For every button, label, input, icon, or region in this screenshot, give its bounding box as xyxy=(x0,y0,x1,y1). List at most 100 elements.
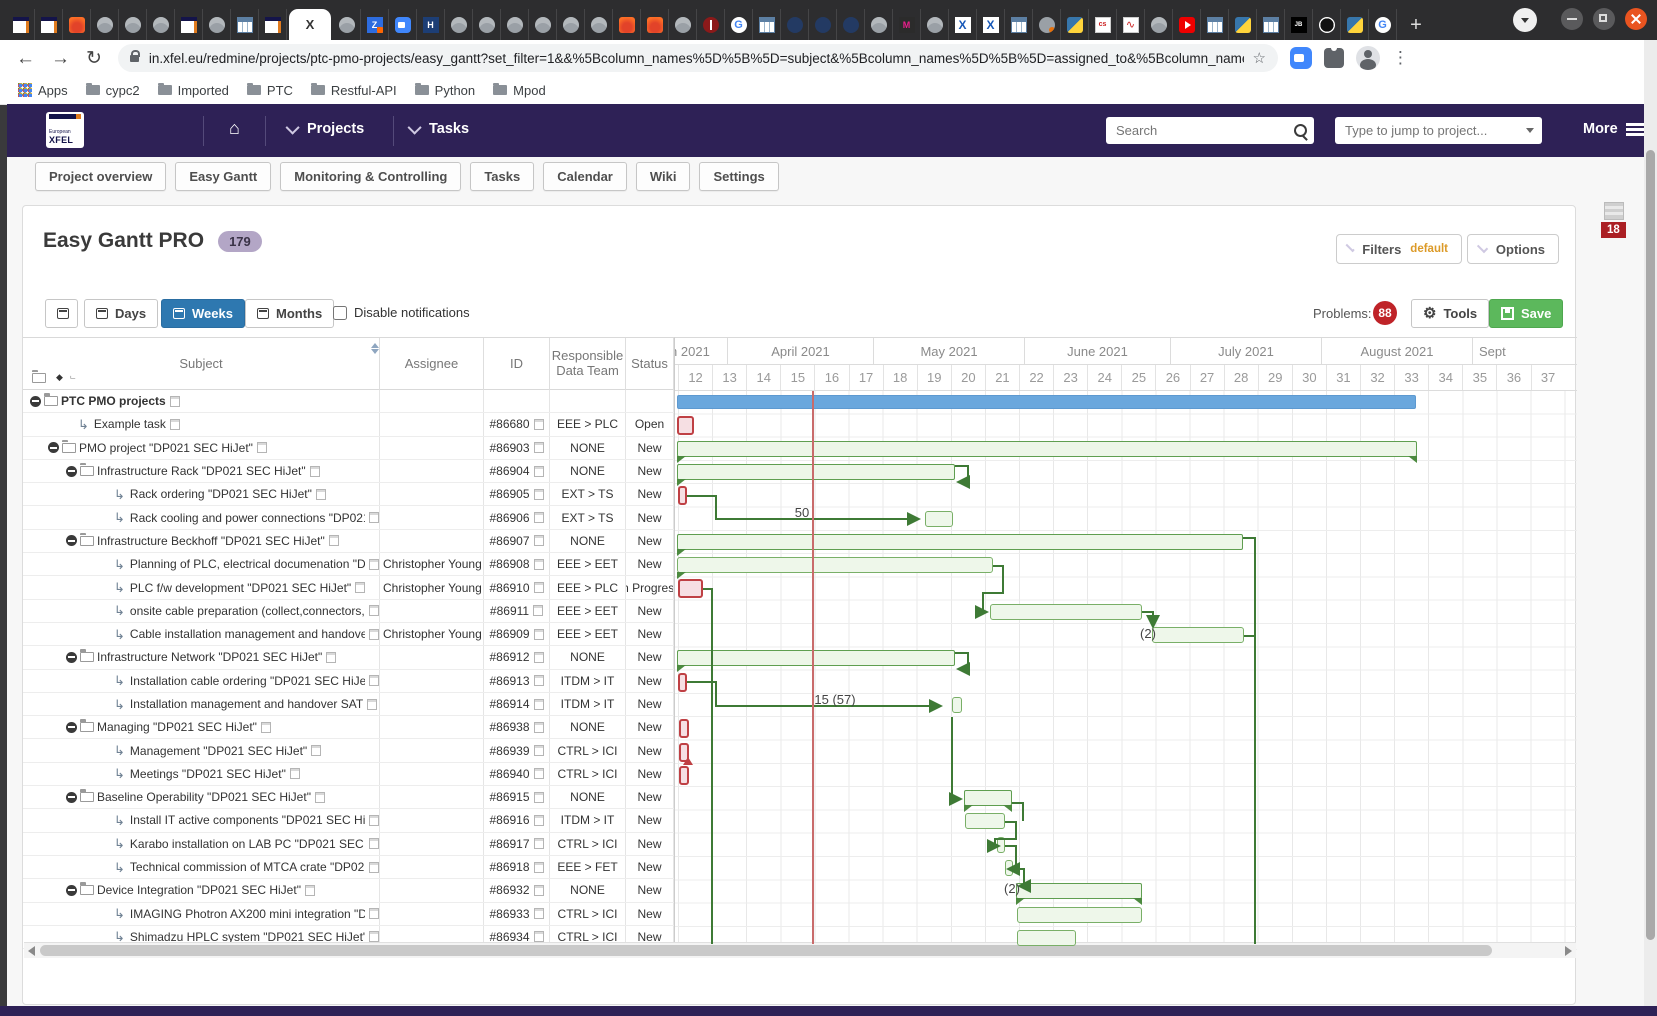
tab-project-overview[interactable]: Project overview xyxy=(35,162,166,191)
detail-icon[interactable] xyxy=(326,652,336,663)
close-button[interactable] xyxy=(1625,8,1647,30)
browser-tab[interactable]: G xyxy=(725,9,753,40)
browser-tab[interactable]: M xyxy=(893,9,921,40)
options-button[interactable]: Options xyxy=(1467,234,1559,264)
checkbox-input[interactable] xyxy=(333,306,347,320)
browser-tab[interactable] xyxy=(557,9,585,40)
detail-icon[interactable] xyxy=(310,466,320,477)
bookmark-apps[interactable]: Apps xyxy=(18,83,68,98)
url-text[interactable]: in.xfel.eu/redmine/projects/ptc-pmo-proj… xyxy=(149,51,1245,66)
table-row[interactable]: ↳Meetings "DP021 SEC HiJet"#86940CTRL > … xyxy=(23,763,675,786)
detail-icon[interactable] xyxy=(534,559,544,570)
scroll-left-arrow[interactable] xyxy=(28,946,35,956)
profile-avatar[interactable] xyxy=(1356,46,1380,70)
subject-label[interactable]: Example task xyxy=(94,417,166,431)
browser-tab[interactable] xyxy=(389,9,417,40)
collapse-icon[interactable] xyxy=(66,466,77,477)
browser-tab[interactable] xyxy=(613,9,641,40)
column-header-responsible-data-team[interactable]: Responsible Data Team xyxy=(550,338,626,390)
months-button[interactable]: Months xyxy=(245,299,334,328)
detail-icon[interactable] xyxy=(369,815,379,826)
browser-menu-icon[interactable]: ⋮ xyxy=(1392,48,1409,68)
browser-tab[interactable] xyxy=(669,9,697,40)
browser-tab[interactable] xyxy=(1145,9,1173,40)
gantt-bar-late[interactable] xyxy=(678,579,703,598)
detail-icon[interactable] xyxy=(170,396,180,407)
detail-icon[interactable] xyxy=(369,675,379,686)
detail-icon[interactable] xyxy=(367,699,377,710)
gantt-bar-late[interactable] xyxy=(679,719,689,738)
detail-icon[interactable] xyxy=(534,722,544,733)
new-tab-button[interactable]: + xyxy=(1401,10,1431,40)
days-button[interactable]: Days xyxy=(84,299,158,328)
browser-tab[interactable] xyxy=(865,9,893,40)
active-browser-tab[interactable]: X xyxy=(289,9,331,40)
detail-icon[interactable] xyxy=(316,489,326,500)
subject-label[interactable]: IMAGING Photron AX200 mini integration "… xyxy=(130,907,365,921)
subject-label[interactable]: Rack cooling and power connections "DP02… xyxy=(130,511,365,525)
reload-button[interactable]: ↻ xyxy=(86,49,102,68)
collapse-icon[interactable] xyxy=(66,652,77,663)
gantt-bar-task[interactable] xyxy=(997,837,1005,853)
collapse-icon[interactable] xyxy=(30,396,41,407)
table-row[interactable]: ↳Installation management and handover SA… xyxy=(23,693,675,716)
table-row[interactable]: ↳Example task#86680EEE > PLCOpen xyxy=(23,413,675,436)
gantt-bar-task[interactable] xyxy=(925,511,953,527)
detail-icon[interactable] xyxy=(369,629,379,640)
detail-icon[interactable] xyxy=(533,605,543,616)
weeks-button[interactable]: Weeks xyxy=(161,299,245,328)
zoom-extension-icon[interactable] xyxy=(1290,47,1312,69)
table-row[interactable]: ↳PLC f/w development "DP021 SEC HiJet"Ch… xyxy=(23,576,675,599)
forward-button[interactable]: → xyxy=(51,49,70,68)
disable-notifications-checkbox[interactable]: Disable notifications xyxy=(333,305,470,320)
browser-tab[interactable] xyxy=(697,9,725,40)
table-row[interactable]: ↳IMAGING Photron AX200 mini integration … xyxy=(23,903,675,926)
detail-icon[interactable] xyxy=(290,768,300,779)
gantt-bar-parent[interactable] xyxy=(1016,883,1142,899)
tab-wiki[interactable]: Wiki xyxy=(636,162,691,191)
browser-tab[interactable] xyxy=(753,9,781,40)
xfel-logo[interactable]: European XFEL xyxy=(46,112,84,148)
table-row[interactable]: ↳Technical commission of MTCA crate "DP0… xyxy=(23,856,675,879)
browser-tab[interactable]: X xyxy=(949,9,977,40)
browser-tab[interactable] xyxy=(837,9,865,40)
subject-label[interactable]: Rack ordering "DP021 SEC HiJet" xyxy=(130,487,312,501)
browser-tab[interactable] xyxy=(809,9,837,40)
detail-icon[interactable] xyxy=(369,931,379,942)
browser-tab[interactable] xyxy=(445,9,473,40)
detail-icon[interactable] xyxy=(534,629,544,640)
search-input[interactable] xyxy=(1114,122,1294,139)
table-row[interactable]: Baseline Operability "DP021 SEC HiJet"#8… xyxy=(23,786,675,809)
browser-tab[interactable] xyxy=(175,9,203,40)
column-header-assignee[interactable]: Assignee xyxy=(380,338,484,390)
minimize-button[interactable] xyxy=(1561,8,1583,30)
browser-tab[interactable] xyxy=(231,9,259,40)
browser-tab[interactable] xyxy=(1005,9,1033,40)
table-row[interactable]: Infrastructure Beckhoff "DP021 SEC HiJet… xyxy=(23,530,675,553)
table-row[interactable]: ↳onsite cable preparation (collect,conne… xyxy=(23,600,675,623)
bookmark-imported[interactable]: Imported xyxy=(158,83,229,98)
gantt-bar-task[interactable] xyxy=(677,557,993,573)
gantt-bar-late[interactable] xyxy=(679,766,689,785)
detail-icon[interactable] xyxy=(315,792,325,803)
table-row[interactable]: Managing "DP021 SEC HiJet"#86938NONENew xyxy=(23,716,675,739)
browser-tab[interactable] xyxy=(119,9,147,40)
column-header-subject[interactable]: Subject xyxy=(23,338,380,390)
calendar-button[interactable] xyxy=(45,299,78,328)
browser-tab[interactable]: X xyxy=(977,9,1005,40)
bookmark-restful-api[interactable]: Restful-API xyxy=(311,83,397,98)
browser-tab[interactable] xyxy=(35,9,63,40)
more-menu[interactable]: More xyxy=(1583,121,1644,137)
table-row[interactable]: ↳Install IT active components "DP021 SEC… xyxy=(23,809,675,832)
back-button[interactable]: ← xyxy=(16,49,35,68)
bookmark-ptc[interactable]: PTC xyxy=(247,83,293,98)
subject-label[interactable]: PMO project "DP021 SEC HiJet" xyxy=(79,441,253,455)
detail-icon[interactable] xyxy=(534,419,544,430)
detail-icon[interactable] xyxy=(534,908,544,919)
subject-label[interactable]: Infrastructure Rack "DP021 SEC HiJet" xyxy=(97,464,306,478)
tab-monitoring-controlling[interactable]: Monitoring & Controlling xyxy=(280,162,461,191)
browser-tab[interactable] xyxy=(63,9,91,40)
browser-tab[interactable] xyxy=(585,9,613,40)
browser-tab[interactable] xyxy=(473,9,501,40)
detail-icon[interactable] xyxy=(369,559,379,570)
